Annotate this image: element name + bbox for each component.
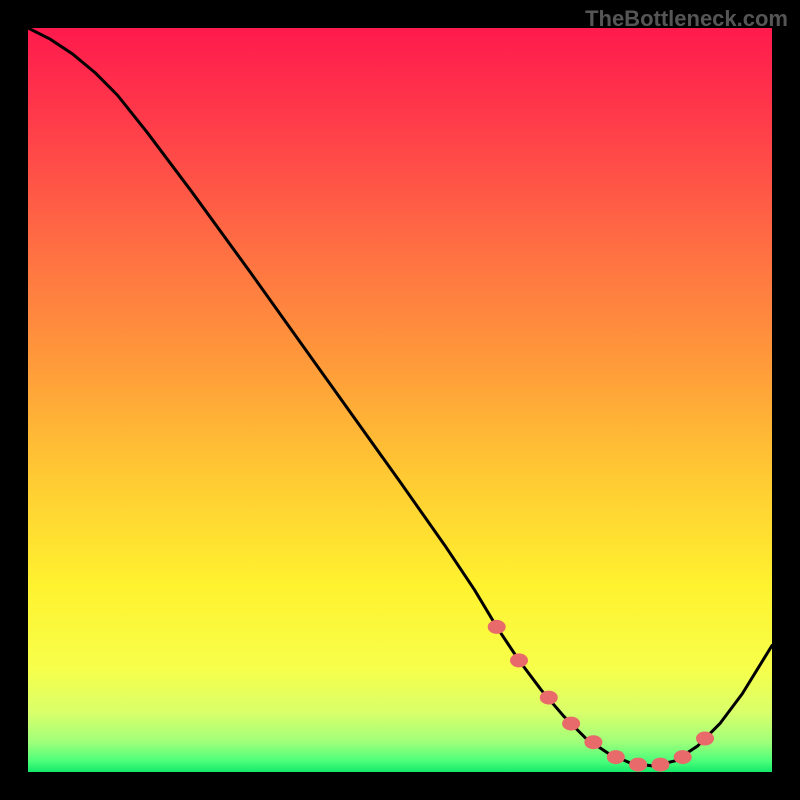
gradient-background [28, 28, 772, 772]
plot-area [28, 28, 772, 772]
watermark-text: TheBottleneck.com [585, 6, 788, 32]
chart-container: TheBottleneck.com [0, 0, 800, 800]
